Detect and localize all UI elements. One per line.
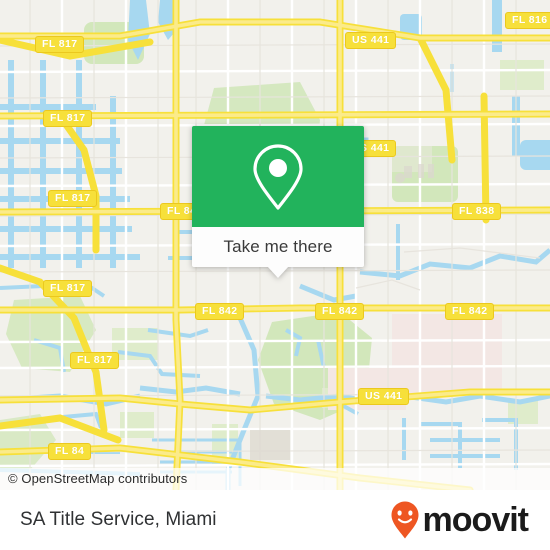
moovit-wordmark: moovit (422, 501, 529, 539)
footer-bar: SA Title Service, Miami moovit (0, 490, 550, 550)
road-shield: FL 817 (43, 280, 93, 297)
take-me-there-label[interactable]: Take me there (223, 237, 332, 257)
road-shield: FL 838 (452, 203, 502, 220)
popup-tail-pointer (267, 266, 289, 278)
road-shield: US 441 (358, 388, 410, 405)
road-shield: FL 817 (35, 36, 85, 53)
map-page: .w { fill:#a7d8f0; } .wl { stroke:#a7d8f… (0, 0, 550, 550)
popup-action-area[interactable]: Take me there (192, 227, 364, 278)
moovit-smiley-pin-icon (391, 501, 419, 539)
place-name-label: SA Title Service, Miami (20, 509, 217, 530)
map-pin-icon (253, 143, 303, 210)
map-attribution[interactable]: © OpenStreetMap contributors (0, 468, 550, 490)
road-shield: FL 816 (505, 12, 550, 29)
road-shield: FL 817 (43, 110, 93, 127)
road-shield: FL 842 (315, 303, 365, 320)
destination-popup-card[interactable]: Take me there (192, 126, 364, 278)
road-shield: FL 817 (48, 190, 98, 207)
road-shield: FL 842 (445, 303, 495, 320)
popup-icon-area (192, 126, 364, 227)
road-shield: FL 842 (195, 303, 245, 320)
road-shield: FL 84 (48, 443, 92, 460)
road-shield: FL 817 (70, 352, 120, 369)
road-shield: US 441 (345, 32, 397, 49)
moovit-logo[interactable]: moovit (390, 500, 529, 540)
